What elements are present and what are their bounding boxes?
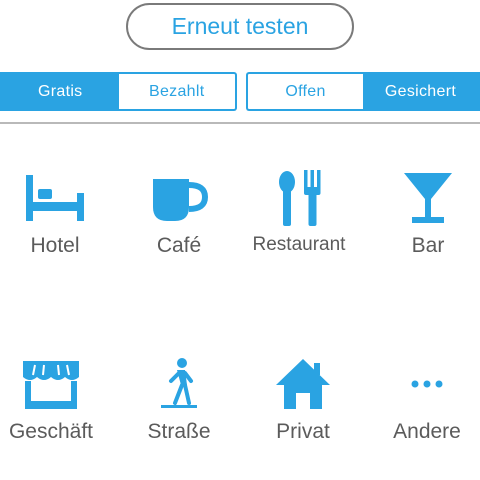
fork-spoon-icon (264, 170, 334, 226)
store-icon (16, 356, 86, 412)
category-label: Straße (147, 420, 211, 443)
filter-secured-segment[interactable]: Gesichert (363, 72, 480, 111)
category-label: Privat (276, 420, 330, 443)
category-restaurant[interactable]: Restaurant (239, 170, 359, 256)
category-label: Bar (411, 234, 445, 257)
category-other[interactable]: Andere (367, 356, 480, 444)
house-icon (268, 356, 338, 412)
category-store[interactable]: Geschäft (0, 356, 111, 444)
category-private[interactable]: Privat (243, 356, 363, 444)
category-bar[interactable]: Bar (368, 170, 480, 258)
category-label: Restaurant (252, 234, 346, 255)
category-street[interactable]: Straße (119, 356, 239, 444)
screen: Erneut testen Gratis Bezahlt Offen Gesic… (0, 0, 480, 480)
category-label: Hotel (30, 234, 80, 257)
filter-free-segment[interactable]: Gratis (0, 72, 119, 111)
security-filter-segmented-control: Offen Gesichert (246, 72, 480, 111)
filter-paid-segment[interactable]: Bezahlt (118, 72, 237, 111)
filter-open-segment[interactable]: Offen (246, 72, 363, 111)
category-label: Andere (393, 420, 461, 443)
cocktail-glass-icon (393, 170, 463, 226)
category-hotel[interactable]: Hotel (0, 170, 115, 258)
cup-icon (144, 170, 214, 226)
bed-icon (20, 170, 90, 226)
category-label: Geschäft (8, 420, 94, 443)
more-dots-icon (392, 356, 462, 412)
category-label: Café (156, 234, 202, 257)
retry-button[interactable]: Erneut testen (126, 3, 354, 50)
divider (0, 122, 480, 124)
walking-person-icon (144, 356, 214, 412)
price-filter-segmented-control: Gratis Bezahlt (0, 72, 237, 111)
category-cafe[interactable]: Café (119, 170, 239, 258)
